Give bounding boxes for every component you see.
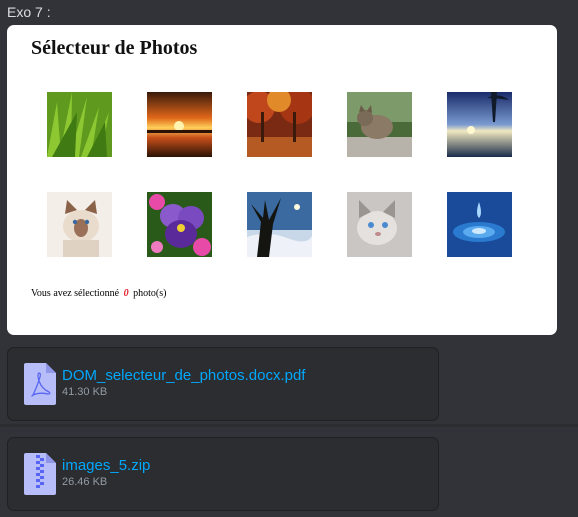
message-label: Exo 7 : bbox=[7, 4, 51, 20]
message-divider bbox=[0, 424, 578, 427]
seaside-sunset-photo-icon[interactable] bbox=[447, 92, 512, 157]
attachment-size: 41.30 KB bbox=[62, 386, 108, 398]
attachment-zip: images_5.zip 26.46 KB bbox=[7, 437, 439, 511]
sunset-lake-photo-icon[interactable] bbox=[147, 92, 212, 157]
grass-photo-icon[interactable] bbox=[47, 92, 112, 157]
attachment-link[interactable]: images_5.zip bbox=[62, 457, 150, 475]
selection-status: Vous avez sélectionné 0 photo(s) bbox=[31, 288, 166, 299]
zip-file-icon bbox=[24, 453, 56, 495]
pansy-flower-photo-icon[interactable] bbox=[147, 192, 212, 257]
siamese-kitten-photo-icon[interactable] bbox=[47, 192, 112, 257]
pdf-file-icon bbox=[24, 363, 56, 405]
cat-on-fence-photo-icon[interactable] bbox=[347, 92, 412, 157]
water-drop-photo-icon[interactable] bbox=[447, 192, 512, 257]
attachment-size: 26.46 KB bbox=[62, 476, 108, 488]
attachment-pdf: DOM_selecteur_de_photos.docx.pdf 41.30 K… bbox=[7, 347, 439, 421]
blue-eyed-cat-photo-icon[interactable] bbox=[347, 192, 412, 257]
selected-count: 0 bbox=[123, 288, 129, 299]
tree-silhouette-photo-icon[interactable] bbox=[247, 192, 312, 257]
status-suffix: photo(s) bbox=[133, 288, 167, 299]
page-title: Sélecteur de Photos bbox=[31, 37, 198, 59]
attachment-link[interactable]: DOM_selecteur_de_photos.docx.pdf bbox=[62, 367, 305, 385]
status-prefix: Vous avez sélectionné bbox=[31, 288, 120, 299]
autumn-park-photo-icon[interactable] bbox=[247, 92, 312, 157]
photo-selector-embed: Sélecteur de Photos Vous avez sélectionn… bbox=[7, 25, 557, 335]
